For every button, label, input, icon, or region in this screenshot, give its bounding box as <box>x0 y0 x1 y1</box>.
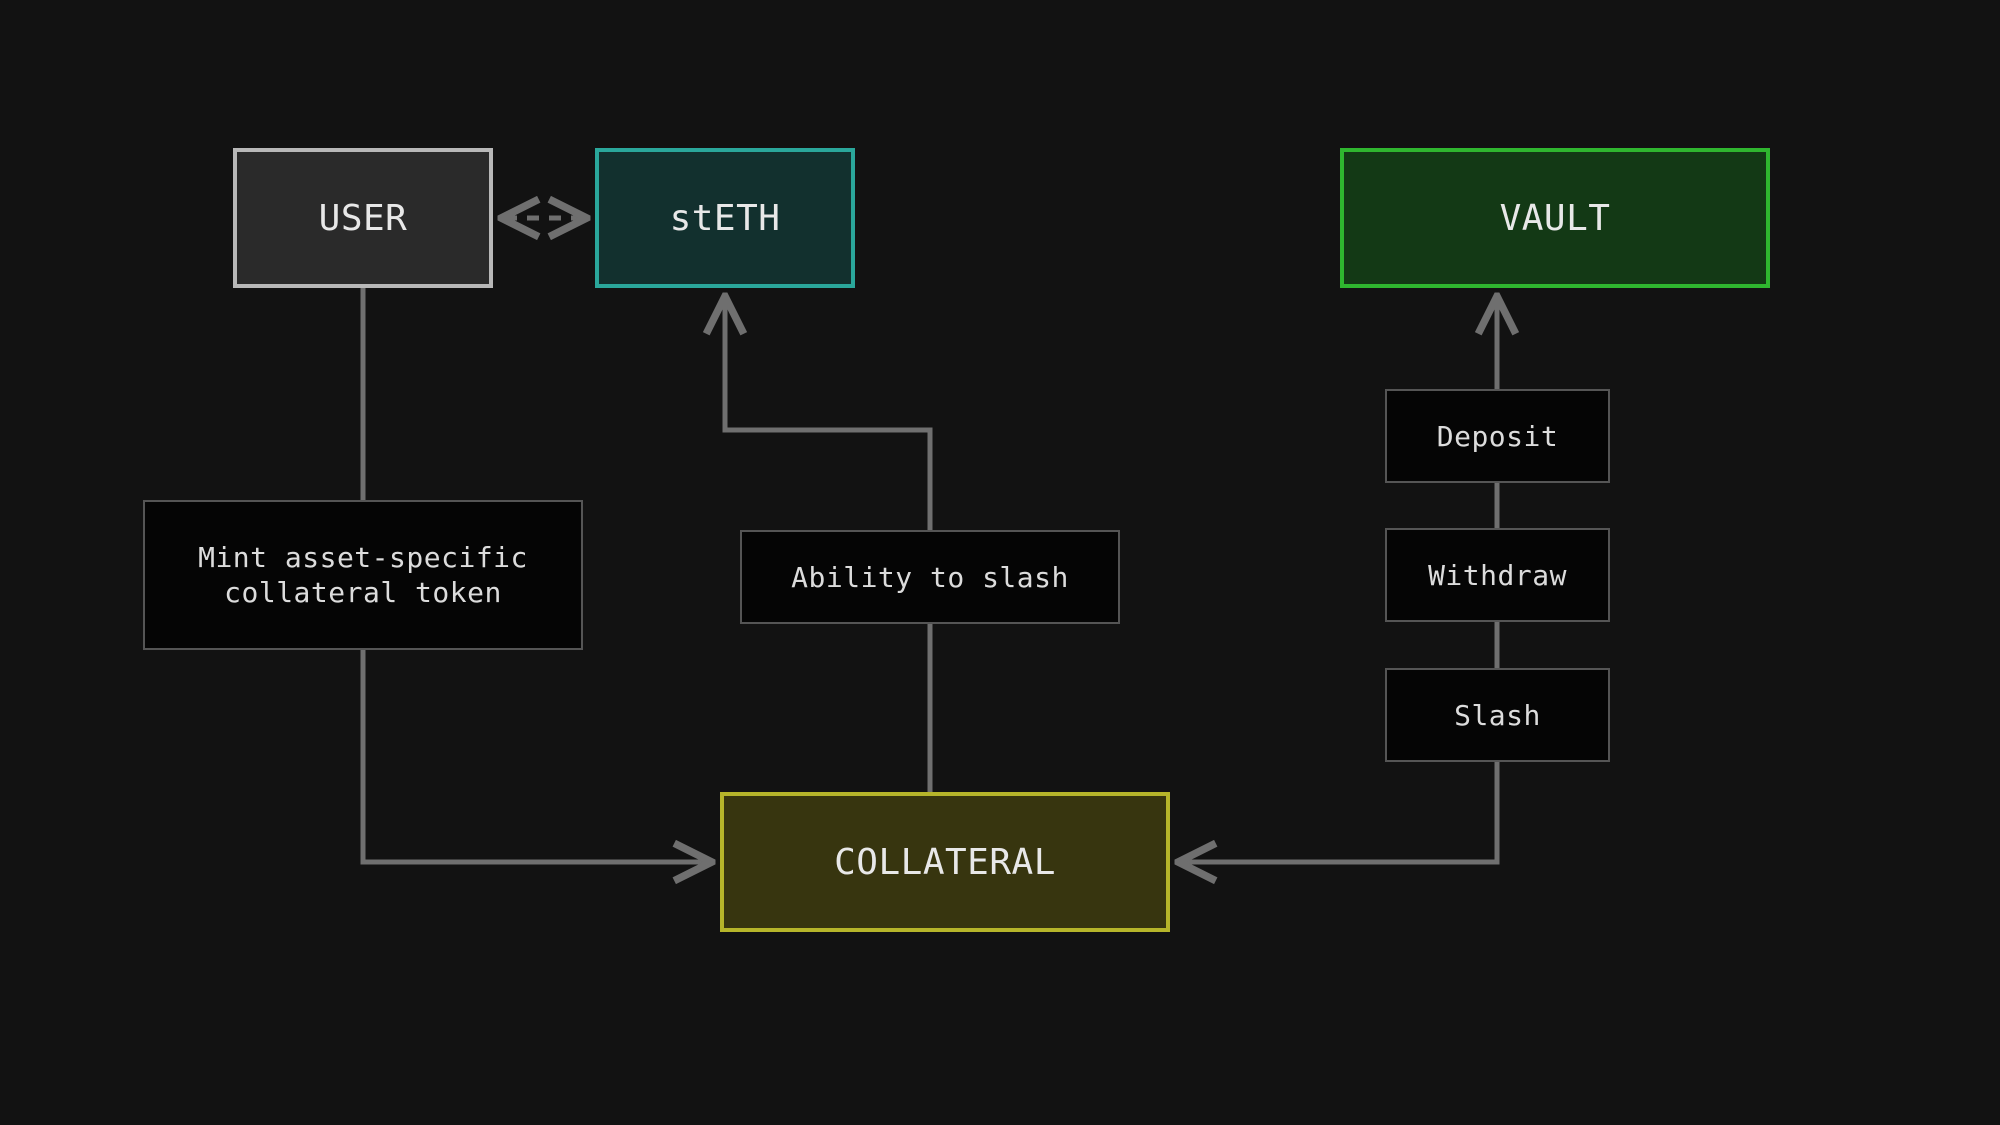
node-vault-label: VAULT <box>1500 196 1611 241</box>
node-user-label: USER <box>319 196 408 241</box>
node-collateral: COLLATERAL <box>720 792 1170 932</box>
node-mint-label: Mint asset-specific collateral token <box>198 540 528 610</box>
node-deposit-label: Deposit <box>1437 419 1559 454</box>
edge-ability-steth <box>725 300 930 530</box>
node-steth-label: stETH <box>670 196 781 241</box>
node-vault: VAULT <box>1340 148 1770 288</box>
edge-slash-collateral <box>1182 762 1497 862</box>
node-deposit: Deposit <box>1385 389 1610 483</box>
node-ability-label: Ability to slash <box>791 560 1069 595</box>
node-withdraw-label: Withdraw <box>1428 558 1567 593</box>
node-withdraw: Withdraw <box>1385 528 1610 622</box>
node-user: USER <box>233 148 493 288</box>
edge-mint-collateral <box>363 650 708 862</box>
node-mint: Mint asset-specific collateral token <box>143 500 583 650</box>
node-ability: Ability to slash <box>740 530 1120 624</box>
node-steth: stETH <box>595 148 855 288</box>
node-slash: Slash <box>1385 668 1610 762</box>
node-collateral-label: COLLATERAL <box>834 840 1056 885</box>
node-slash-label: Slash <box>1454 698 1541 733</box>
